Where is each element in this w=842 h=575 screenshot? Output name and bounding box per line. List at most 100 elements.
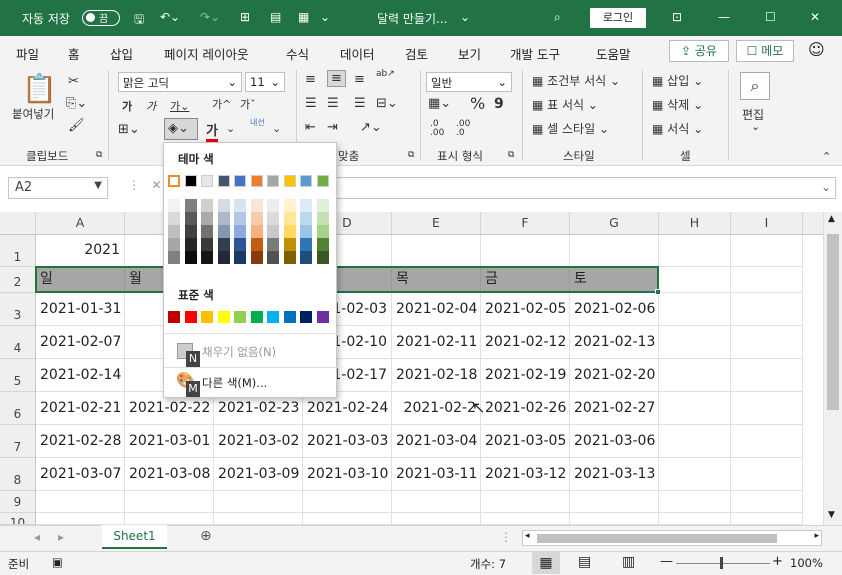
cell-g8[interactable]: 2021-03-13 <box>570 458 659 491</box>
theme-shade-5-4[interactable] <box>234 238 246 251</box>
cell-i4[interactable] <box>731 326 803 359</box>
theme-color-4[interactable] <box>217 175 230 187</box>
theme-shade-4-5[interactable] <box>217 251 230 264</box>
cell-f3[interactable]: 2021-02-05 <box>481 293 570 326</box>
zoom-slider-thumb[interactable] <box>720 557 723 569</box>
collapse-ribbon-icon[interactable]: ⌃ <box>822 150 831 163</box>
cell-e2[interactable]: 목 <box>392 267 481 293</box>
theme-shade-4-4[interactable] <box>217 238 230 251</box>
theme-shade-8-2[interactable] <box>283 212 296 225</box>
cell-a3[interactable]: 2021-01-31 <box>36 293 125 326</box>
autosave-toggle[interactable]: 끔 <box>82 10 120 26</box>
col-header-e[interactable]: E <box>392 212 481 235</box>
theme-shade-10-5[interactable] <box>316 251 329 264</box>
cell-i3[interactable] <box>731 293 803 326</box>
theme-color-9[interactable] <box>300 175 312 187</box>
cell-a2[interactable]: 일 <box>36 267 125 293</box>
cell-c8[interactable]: 2021-03-09 <box>214 458 303 491</box>
menu-file[interactable]: 파일 <box>16 44 39 63</box>
cell-h5[interactable] <box>659 359 731 392</box>
menu-view[interactable]: 보기 <box>458 44 481 63</box>
cell-e9[interactable] <box>392 491 481 513</box>
cell-g3[interactable]: 2021-02-06 <box>570 293 659 326</box>
zoom-level[interactable]: 100% <box>790 556 823 570</box>
theme-shade-1-3[interactable] <box>168 225 180 238</box>
cell-d9[interactable] <box>303 491 392 513</box>
cell-e1[interactable] <box>392 235 481 267</box>
cell-c9[interactable] <box>214 491 303 513</box>
theme-shade-1-1[interactable] <box>168 199 180 212</box>
prev-sheet-icon[interactable]: ◂ <box>34 530 40 544</box>
cell-f8[interactable]: 2021-03-12 <box>481 458 570 491</box>
align-bottom-icon[interactable]: ≡ <box>354 72 365 87</box>
tab-split-icon[interactable]: ⋮ <box>500 530 512 544</box>
cell-g10[interactable] <box>570 513 659 525</box>
alignment-launcher-icon[interactable]: ⧉ <box>408 150 414 160</box>
text-direction-icon[interactable]: ab↗ <box>376 70 395 79</box>
delete-cells-button[interactable]: ▦ 삭제 ⌄ <box>652 96 703 113</box>
table-icon[interactable]: ▦ <box>298 10 309 24</box>
percent-icon[interactable]: % <box>470 94 485 113</box>
standard-color-8[interactable] <box>283 311 296 323</box>
theme-shade-2-5[interactable] <box>184 251 197 264</box>
cell-f4[interactable]: 2021-02-12 <box>481 326 570 359</box>
cell-e3[interactable]: 2021-02-04 <box>392 293 481 326</box>
maximize-icon[interactable]: ☐ <box>765 10 776 24</box>
zoom-out-icon[interactable]: — <box>660 554 673 569</box>
customize-qat-icon[interactable]: ⌄ <box>320 10 330 24</box>
decrease-font-icon[interactable]: 가ˇ <box>240 96 256 112</box>
col-header-a[interactable]: A <box>36 212 125 235</box>
minimize-icon[interactable]: — <box>718 10 730 24</box>
number-format-select[interactable]: 일반 ⌄ <box>426 72 512 92</box>
row-header-6[interactable]: 6 <box>0 392 36 425</box>
find-icon[interactable]: ⌕ <box>740 72 770 100</box>
cut-icon[interactable]: ✂ <box>68 74 79 89</box>
cell-h8[interactable] <box>659 458 731 491</box>
theme-shade-6-4[interactable] <box>250 238 263 251</box>
cell-g9[interactable] <box>570 491 659 513</box>
cell-f1[interactable] <box>481 235 570 267</box>
theme-shade-2-3[interactable] <box>184 225 197 238</box>
cell-e8[interactable]: 2021-03-11 <box>392 458 481 491</box>
phonetic-icon[interactable]: 내선 <box>250 118 265 127</box>
row-header-3[interactable]: 3 <box>0 293 36 326</box>
menu-help[interactable]: 도움말 <box>596 44 631 63</box>
standard-color-7[interactable] <box>267 311 279 323</box>
row-header-4[interactable]: 4 <box>0 326 36 359</box>
decrease-decimal-icon[interactable]: .00.0 <box>456 120 470 138</box>
page-break-view-icon[interactable]: ▥ <box>622 554 635 570</box>
row-header-5[interactable]: 5 <box>0 359 36 392</box>
copy-icon[interactable]: ⎘⌄ <box>66 96 87 111</box>
cell-a7[interactable]: 2021-02-28 <box>36 425 125 458</box>
close-icon[interactable]: ✕ <box>810 10 820 24</box>
menu-review[interactable]: 검토 <box>405 44 428 63</box>
redo-icon[interactable]: ↷⌄ <box>200 10 220 24</box>
theme-color-8[interactable] <box>283 175 296 187</box>
theme-shade-3-1[interactable] <box>201 199 213 212</box>
format-cells-button[interactable]: ▦ 서식 ⌄ <box>652 120 703 137</box>
decrease-indent-icon[interactable]: ⇤ <box>305 120 316 135</box>
align-left-icon[interactable]: ☰ <box>305 96 317 111</box>
horizontal-scrollbar[interactable]: ◂ ▸ <box>522 530 822 546</box>
row-header-8[interactable]: 8 <box>0 458 36 491</box>
file-name[interactable]: 달력 만들기... <box>377 10 447 27</box>
font-color-icon[interactable]: 가 <box>206 120 218 142</box>
standard-color-6[interactable] <box>250 311 263 323</box>
cell-e10[interactable] <box>392 513 481 525</box>
cell-e5[interactable]: 2021-02-18 <box>392 359 481 392</box>
theme-shade-1-4[interactable] <box>168 238 180 251</box>
cell-h4[interactable] <box>659 326 731 359</box>
cell-h2[interactable] <box>659 267 731 293</box>
col-header-g[interactable]: G <box>570 212 659 235</box>
cell-h7[interactable] <box>659 425 731 458</box>
cell-b8[interactable]: 2021-03-08 <box>125 458 214 491</box>
font-size-select[interactable]: 11 ⌄ <box>245 72 285 92</box>
row-header-9[interactable]: 9 <box>0 491 36 513</box>
login-button[interactable]: 로그인 <box>590 8 646 28</box>
phonetic-dropdown-icon[interactable]: ⌄ <box>272 122 281 135</box>
cell-d7[interactable]: 2021-03-03 <box>303 425 392 458</box>
theme-shade-3-4[interactable] <box>201 238 213 251</box>
theme-shade-5-1[interactable] <box>234 199 246 212</box>
accounting-format-icon[interactable]: ▦⌄ <box>428 96 451 111</box>
standard-color-10[interactable] <box>316 311 329 323</box>
